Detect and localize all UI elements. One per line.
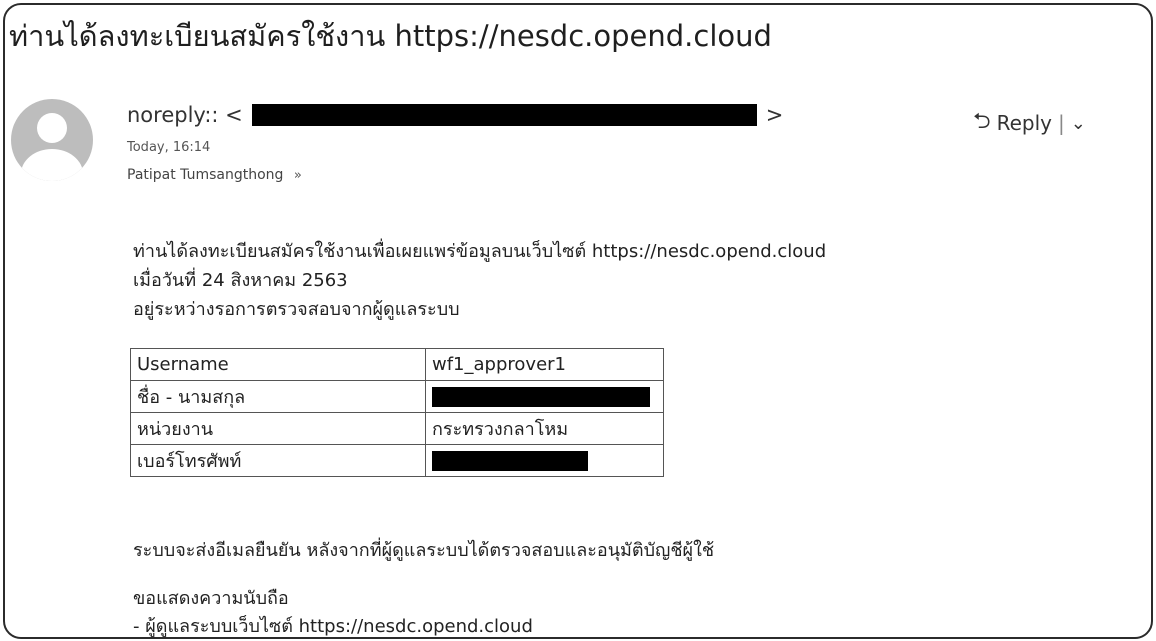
reply-arrow-icon[interactable]: ⮌ xyxy=(973,104,991,142)
redacted-email-address xyxy=(251,104,757,126)
chevron-down-icon[interactable]: ⌄ xyxy=(1071,113,1086,134)
body-line-2: เมื่อวันที่ 24 สิงหาคม 2563 xyxy=(133,270,348,291)
signature-line: - ผู้ดูแลระบบเว็บไซต์ https://nesdc.open… xyxy=(133,616,533,637)
redacted-name xyxy=(432,387,650,407)
reply-button[interactable]: Reply xyxy=(997,111,1052,135)
table-key: ชื่อ - นามสกุล xyxy=(130,380,426,413)
table-key: หน่วยงาน xyxy=(130,412,426,445)
table-value: wf1_approver1 xyxy=(425,348,664,381)
email-window: ท่านได้ลงทะเบียนสมัครใช้งาน https://nesd… xyxy=(3,3,1153,639)
email-signature: ขอแสดงความนับถือ - ผู้ดูแลระบบเว็บไซต์ h… xyxy=(133,585,533,637)
body-line-1: ท่านได้ลงทะเบียนสมัครใช้งานเพื่อเผยแพร่ข… xyxy=(133,241,827,262)
reply-control[interactable]: ⮌ Reply | ⌄ xyxy=(973,104,1086,142)
recipient-name: Patipat Tumsangthong xyxy=(127,167,284,183)
double-chevron-down-icon[interactable]: » xyxy=(294,168,302,183)
table-value-redacted xyxy=(425,444,664,477)
recipient-line[interactable]: Patipat Tumsangthong » xyxy=(127,167,302,183)
registration-table: Username wf1_approver1 ชื่อ - นามสกุล หน… xyxy=(130,348,664,477)
confirmation-note: ระบบจะส่งอีเมลยืนยัน หลังจากที่ผู้ดูแลระ… xyxy=(133,540,715,561)
sender-line[interactable]: noreply:: < > xyxy=(127,103,783,127)
table-row: ชื่อ - นามสกุล xyxy=(130,380,664,413)
regards-line: ขอแสดงความนับถือ xyxy=(133,588,289,609)
body-line-3: อยู่ระหว่างรอการตรวจสอบจากผู้ดูแลระบบ xyxy=(133,299,460,320)
table-row: หน่วยงาน กระทรวงกลาโหม xyxy=(130,412,664,445)
avatar-body xyxy=(21,149,83,181)
table-key: เบอร์โทรศัพท์ xyxy=(130,444,426,477)
sender-label: noreply:: < xyxy=(127,103,243,127)
sender-avatar xyxy=(11,99,93,181)
table-value-redacted xyxy=(425,380,664,413)
email-subject: ท่านได้ลงทะเบียนสมัครใช้งาน https://nesd… xyxy=(9,19,772,53)
redacted-phone xyxy=(432,451,588,471)
email-date: Today, 16:14 xyxy=(127,140,211,155)
table-row: Username wf1_approver1 xyxy=(130,348,664,381)
table-row: เบอร์โทรศัพท์ xyxy=(130,444,664,477)
avatar-head xyxy=(37,113,67,143)
reply-separator: | xyxy=(1058,111,1065,135)
table-key: Username xyxy=(130,348,426,381)
sender-close: > xyxy=(765,103,784,127)
table-value: กระทรวงกลาโหม xyxy=(425,412,664,445)
email-body-intro: ท่านได้ลงทะเบียนสมัครใช้งานเพื่อเผยแพร่ข… xyxy=(133,237,826,324)
